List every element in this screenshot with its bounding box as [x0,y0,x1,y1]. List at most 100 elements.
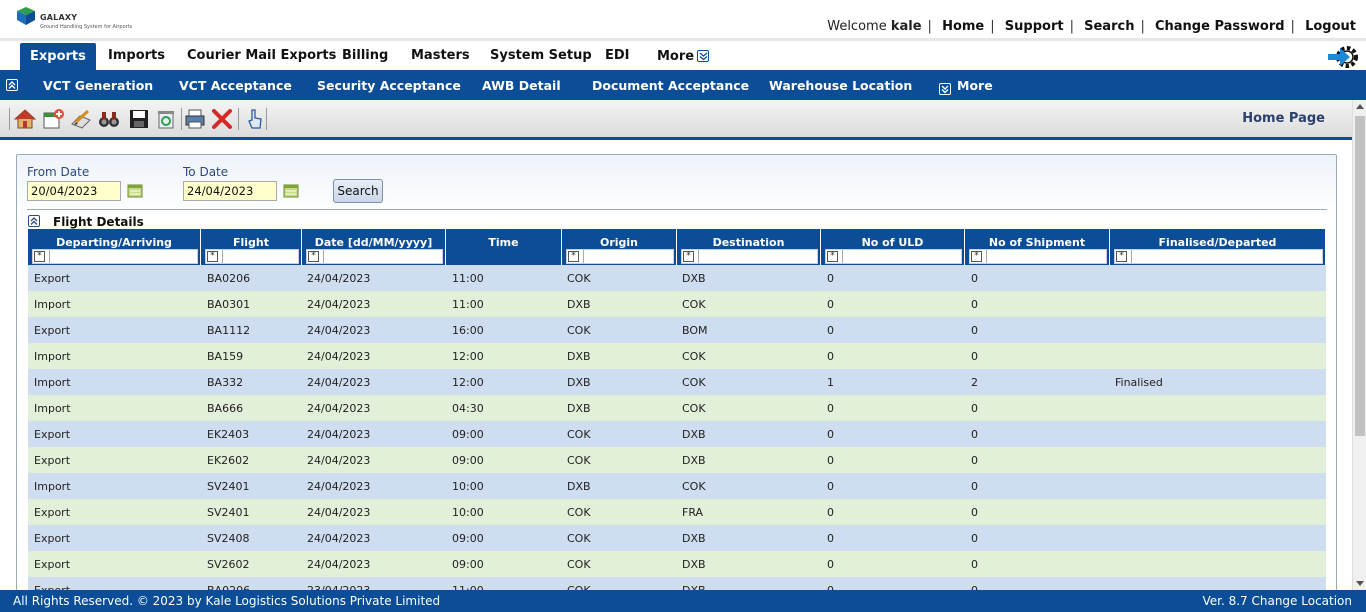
table-cell: DXB [682,454,706,467]
table-cell: BA332 [207,376,244,389]
pointer-icon[interactable] [244,108,266,130]
filter-input[interactable] [49,250,197,263]
nav-system-setup[interactable]: System Setup [490,48,592,63]
recycle-icon[interactable] [155,108,177,130]
column-header[interactable]: No of Shipment * [965,229,1110,265]
filter-operator-icon[interactable]: * [308,251,319,262]
nav-billing[interactable]: Billing [342,48,388,63]
table-row[interactable]: Export EK2602 24/04/2023 09:00 COK DXB 0 0 [28,447,1326,473]
filter-operator-icon[interactable]: * [568,251,579,262]
from-date-input[interactable] [27,181,121,201]
support-link[interactable]: Support [1005,19,1064,34]
binoculars-icon[interactable] [98,108,120,130]
subnav-warehouse-location[interactable]: Warehouse Location [769,78,912,93]
filter-operator-icon[interactable]: * [971,251,982,262]
table-cell: DXB [567,376,591,389]
column-filter[interactable]: * [825,249,962,264]
calendar-icon[interactable] [283,182,299,198]
filter-input[interactable] [1131,250,1322,263]
subnav-awb-detail[interactable]: AWB Detail [482,78,561,93]
filter-operator-icon[interactable]: * [827,251,838,262]
filter-input[interactable] [583,250,673,263]
search-button[interactable]: Search [333,179,383,203]
table-row[interactable]: Import BA0301 24/04/2023 11:00 DXB COK 0 0 [28,291,1326,317]
column-header[interactable]: Flight * [201,229,302,265]
column-filter[interactable]: * [681,249,818,264]
delete-icon[interactable] [211,108,233,130]
filter-input[interactable] [222,250,298,263]
table-row[interactable]: Import SV2401 24/04/2023 10:00 DXB COK 0 0 [28,473,1326,499]
home-icon[interactable] [14,108,36,130]
calendar-icon[interactable] [127,182,143,198]
column-header[interactable]: Departing/Arriving * [28,229,201,265]
table-cell: 24/04/2023 [307,298,371,311]
filter-operator-icon[interactable]: * [683,251,694,262]
table-cell: 0 [971,428,978,441]
print-icon[interactable] [184,108,206,130]
nav-masters[interactable]: Masters [411,48,470,63]
table-row[interactable]: Export SV2408 24/04/2023 09:00 COK DXB 0 0 [28,525,1326,551]
chevron-up-icon[interactable] [6,79,18,91]
home-link[interactable]: Home [942,19,984,34]
table-row[interactable]: Import BA666 24/04/2023 04:30 DXB COK 0 0 [28,395,1326,421]
column-filter[interactable]: * [205,249,299,264]
subnav-vct-generation[interactable]: VCT Generation [43,78,153,93]
scroll-down-arrow-icon[interactable] [1356,581,1364,586]
filter-input[interactable] [842,250,961,263]
table-row[interactable]: Export SV2401 24/04/2023 10:00 COK FRA 0 0 [28,499,1326,525]
galaxy-logo[interactable]: GALAXY Ground Handling System for Airpor… [16,6,146,34]
column-filter[interactable]: * [306,249,443,264]
table-row[interactable]: Export BA0206 24/04/2023 11:00 COK DXB 0 0 [28,265,1326,291]
subnav-vct-acceptance[interactable]: VCT Acceptance [179,78,292,93]
column-filter[interactable]: * [1114,249,1323,264]
column-filter[interactable]: * [32,249,198,264]
table-row[interactable]: Export EK2403 24/04/2023 09:00 COK DXB 0 0 [28,421,1326,447]
column-header[interactable]: Finalised/Departed * [1110,229,1326,265]
signout-gear-icon[interactable] [1326,41,1360,73]
nav-courier-mail-exports[interactable]: Courier Mail Exports [187,48,336,63]
table-row[interactable]: Export BA1112 24/04/2023 16:00 COK BOM 0 0 [28,317,1326,343]
filter-input[interactable] [323,250,442,263]
table-row[interactable]: Import BA159 24/04/2023 12:00 DXB COK 0 0 [28,343,1326,369]
add-icon[interactable] [42,108,64,130]
column-header[interactable]: No of ULD * [821,229,965,265]
column-header-label: Departing/Arriving [56,236,172,249]
column-filter[interactable]: * [969,249,1107,264]
table-cell: 0 [971,324,978,337]
edit-icon[interactable] [70,108,92,130]
vertical-scrollbar[interactable] [1352,100,1366,590]
nav-edi[interactable]: EDI [605,48,630,63]
filter-input[interactable] [986,250,1106,263]
table-cell: 0 [827,402,834,415]
toolbar: Home Page [0,100,1352,140]
search-link[interactable]: Search [1084,19,1134,34]
table-cell: COK [682,350,706,363]
version-link[interactable]: Ver. 8.7 Change Location [1202,594,1352,608]
column-header[interactable]: Time [446,229,562,265]
scroll-thumb[interactable] [1355,116,1365,436]
to-date-input[interactable] [183,181,277,201]
subnav-security-acceptance[interactable]: Security Acceptance [317,78,461,93]
table-cell: DXB [567,298,591,311]
filter-operator-icon[interactable]: * [207,251,218,262]
column-filter[interactable]: * [566,249,674,264]
filter-operator-icon[interactable]: * [1116,251,1127,262]
filter-input[interactable] [698,250,817,263]
nav-exports[interactable]: Exports [20,43,96,73]
subnav-more[interactable]: More [957,78,993,93]
chevron-up-icon[interactable] [28,215,40,227]
column-header[interactable]: Destination * [677,229,821,265]
table-row[interactable]: Import BA332 24/04/2023 12:00 DXB COK 1 2 Finali… [28,369,1326,395]
save-icon[interactable] [128,108,150,130]
table-row[interactable]: Export SV2602 24/04/2023 09:00 COK DXB 0 0 [28,551,1326,577]
column-header[interactable]: Date [dd/MM/yyyy] * [302,229,446,265]
subnav-document-acceptance[interactable]: Document Acceptance [592,78,749,93]
filter-operator-icon[interactable]: * [34,251,45,262]
chevron-down-icon[interactable] [939,83,951,95]
nav-imports[interactable]: Imports [108,48,165,63]
scroll-up-arrow-icon[interactable] [1356,104,1364,109]
change-password-link[interactable]: Change Password [1155,19,1285,34]
logout-link[interactable]: Logout [1305,19,1356,34]
column-header[interactable]: Origin * [562,229,677,265]
nav-more[interactable]: More [657,49,710,64]
